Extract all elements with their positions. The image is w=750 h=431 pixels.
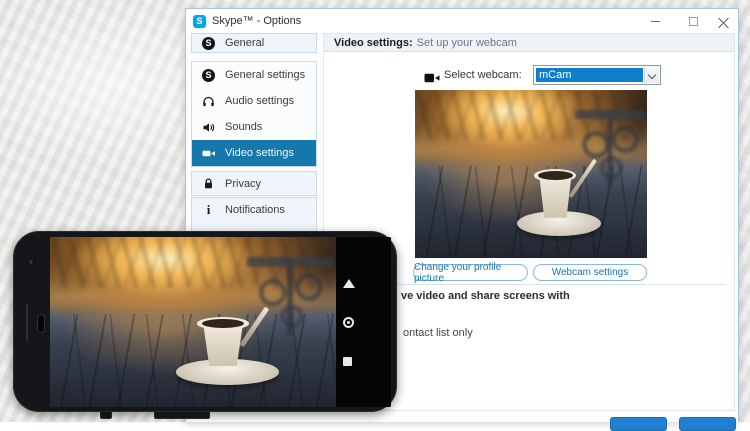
sidebar-item-privacy[interactable]: Privacy [192,172,316,195]
close-icon [718,16,729,27]
sidebar-group-general: S General [191,33,317,53]
railing-silhouette [247,257,333,335]
bottom-button-right[interactable] [679,417,736,431]
sidebar-item-label: General settings [225,69,305,81]
contact-list-only-option[interactable]: ontact list only [403,327,473,339]
panel-header: Video settings: Set up your webcam [324,34,734,52]
headphones-icon [201,95,216,108]
skype-s-icon: S [201,37,216,50]
webcam-dropdown[interactable]: mCam [533,65,661,85]
maximize-icon [689,17,698,26]
dropdown-arrow-button[interactable] [644,67,659,83]
maximize-button[interactable] [680,9,706,33]
panel-subtitle: Set up your webcam [417,37,517,49]
phone-camera-photo [50,237,336,407]
webcam-preview-photo [415,90,647,258]
sidebar-item-label: Audio settings [225,95,294,107]
select-webcam-label: Select webcam: [444,68,522,83]
sidebar-item-general[interactable]: S General [192,34,316,52]
lock-icon [201,177,216,190]
window-title: Skype™ - Options [212,15,301,27]
minimize-icon [651,21,660,22]
sidebar-item-video-settings[interactable]: Video settings [192,140,316,166]
panel-title: Video settings: [334,37,413,49]
webcam-dropdown-value: mCam [536,68,643,82]
phone-speaker-grille [26,304,28,342]
sidebar-group-general-items: S General settings Audio settings Sounds… [191,61,317,167]
skype-logo-icon: S [193,15,206,28]
coffee-surface [538,171,573,180]
bottom-button-left[interactable] [610,417,667,431]
back-triangle-icon[interactable] [343,279,355,288]
phone-front-camera [28,259,34,265]
webcam-icon [424,70,440,88]
android-nav-bar [336,237,391,407]
change-profile-picture-button[interactable]: Change your profile picture [413,264,528,281]
share-section-heading: ve video and share screens with [401,290,570,302]
sidebar-group-privacy: Privacy [191,171,317,196]
sidebar-item-label: Sounds [225,121,262,133]
close-button[interactable] [710,9,736,33]
info-icon: i [201,202,216,218]
webcam-settings-button[interactable]: Webcam settings [533,264,647,281]
sidebar-item-label: Privacy [225,178,261,190]
sidebar-item-label: Notifications [225,204,285,216]
phone-overlay [13,231,397,412]
sidebar-item-label: General [225,37,264,49]
recents-square-icon[interactable] [343,357,352,366]
chevron-down-icon [648,71,656,79]
sidebar-item-general-settings[interactable]: S General settings [192,62,316,88]
title-bar: S Skype™ - Options [186,9,738,33]
sidebar-item-sounds[interactable]: Sounds [192,114,316,140]
home-circle-icon[interactable] [343,317,354,328]
sidebar-item-label: Video settings [225,147,294,159]
speaker-icon [201,121,216,134]
section-divider [340,284,726,285]
sidebar-item-notifications[interactable]: i Notifications [192,198,316,222]
phone-screen [50,237,391,407]
phone-earpiece [37,314,45,333]
minimize-button[interactable] [642,9,668,33]
video-camera-icon [201,147,216,160]
skype-s-icon: S [201,69,216,82]
sidebar-item-audio-settings[interactable]: Audio settings [192,88,316,114]
